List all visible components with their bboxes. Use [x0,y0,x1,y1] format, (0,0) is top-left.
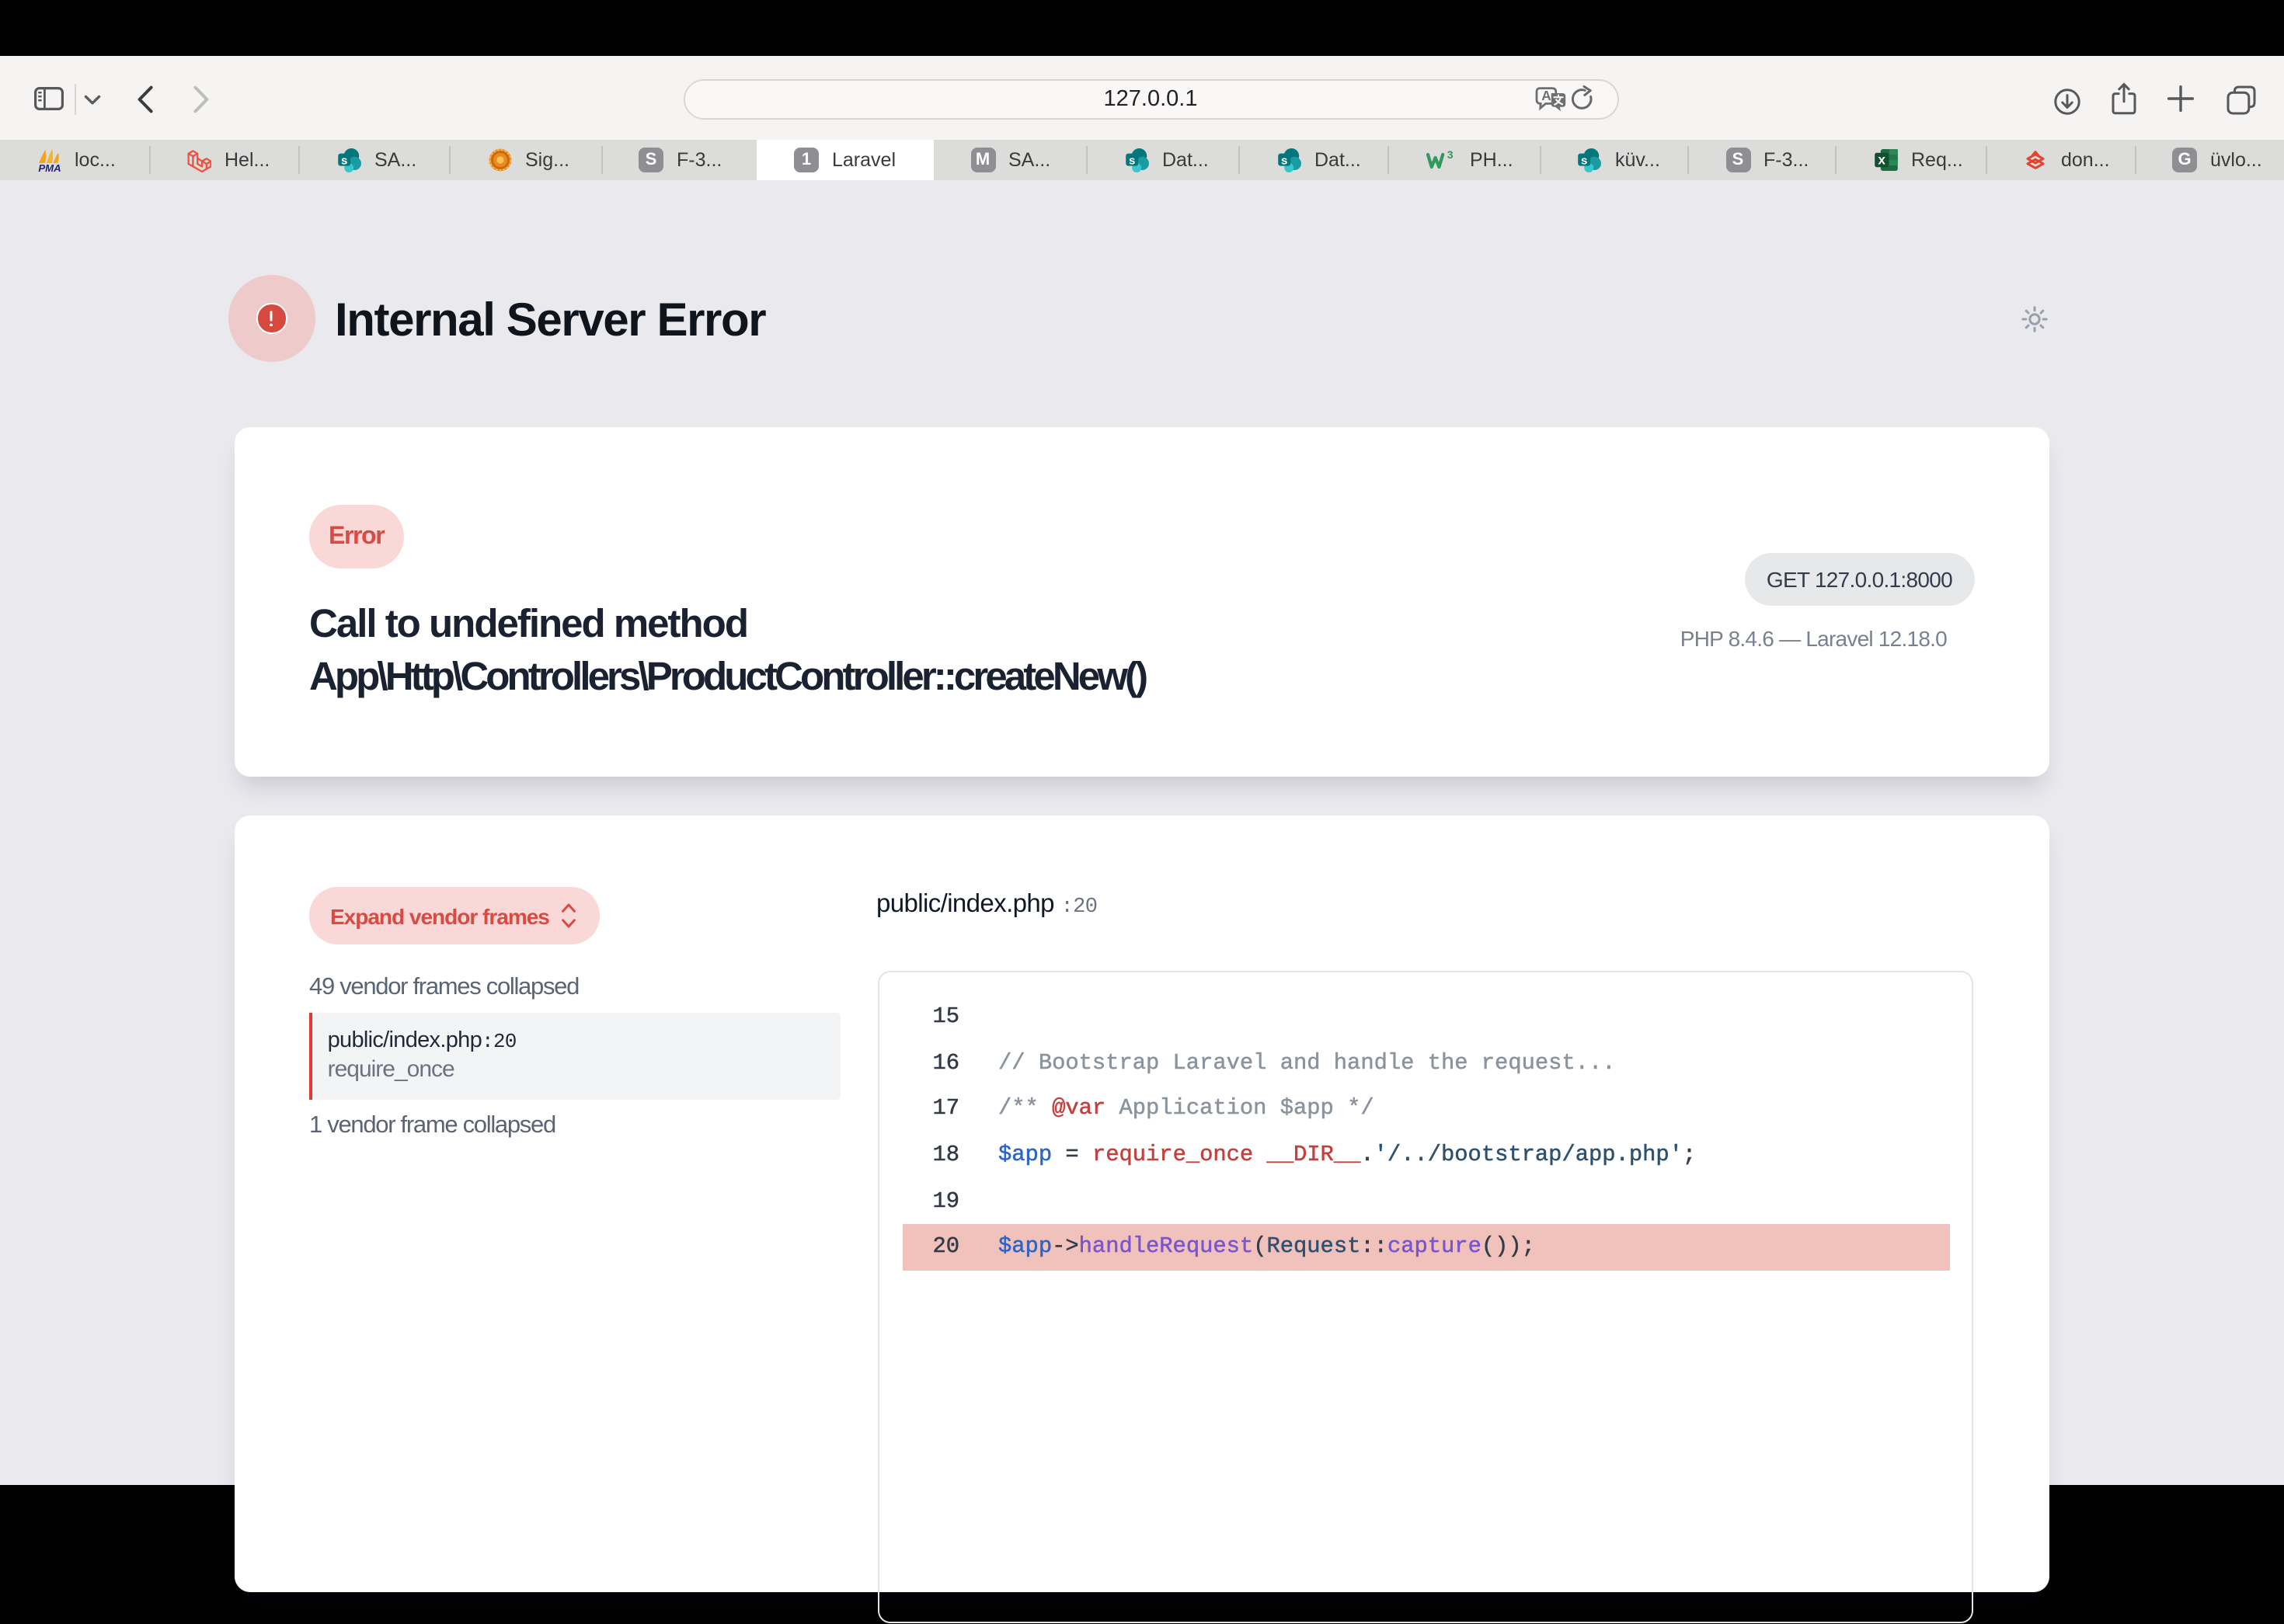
svg-text:A: A [1541,87,1551,103]
